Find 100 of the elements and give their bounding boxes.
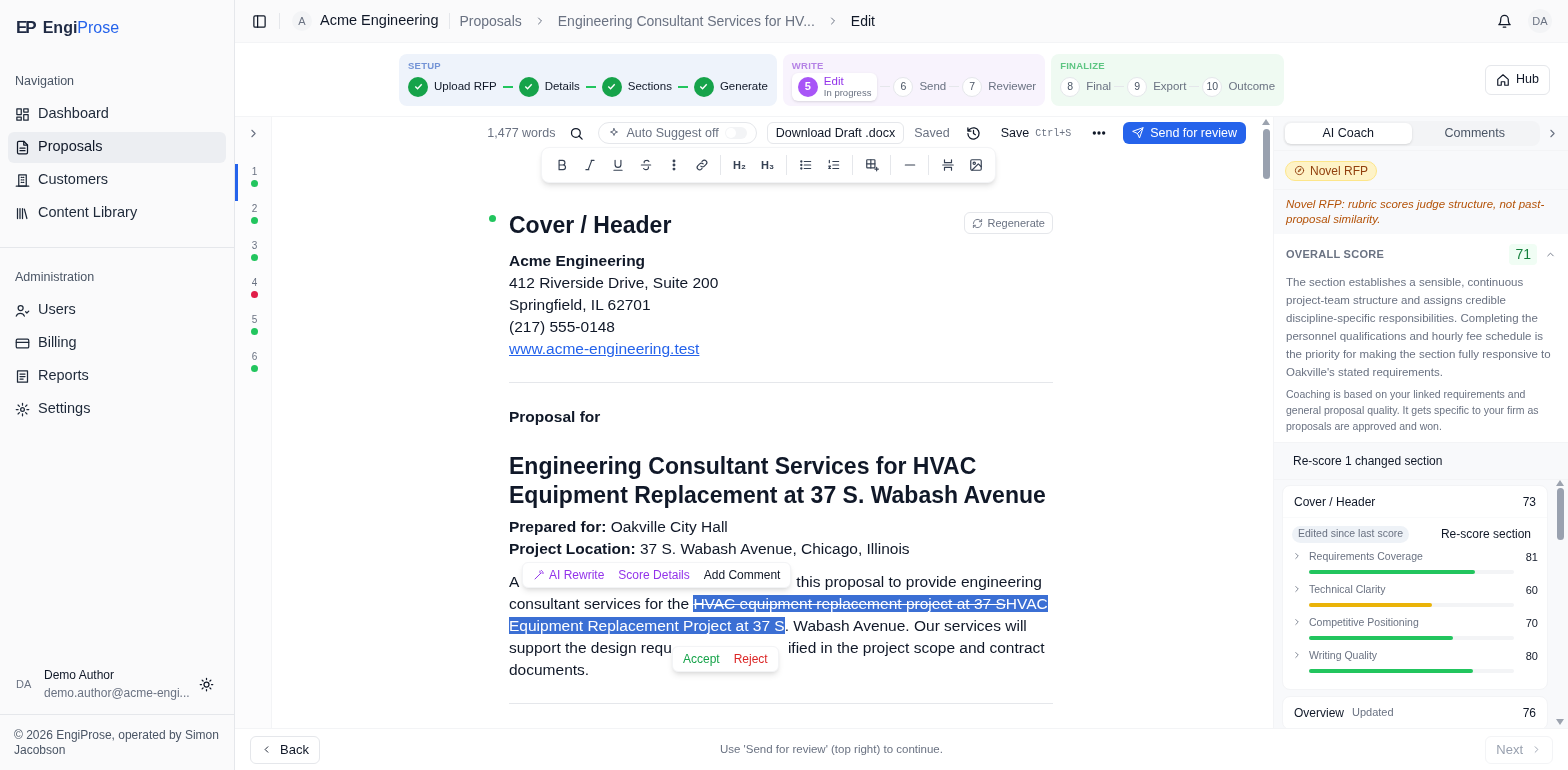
criterion-score: 60 — [1525, 583, 1538, 598]
sparkle-icon — [608, 127, 621, 139]
website-link[interactable]: www.acme-engineering.test — [509, 340, 700, 357]
card-title: Overview — [1294, 704, 1344, 722]
sidebar-item[interactable]: Customers — [8, 164, 226, 196]
chevron-right-icon — [1292, 617, 1302, 627]
org-avatar: A — [292, 11, 312, 31]
back-button[interactable]: Back — [250, 735, 320, 764]
toolbar-action[interactable]: Score Details — [618, 566, 690, 585]
image-icon — [968, 158, 983, 172]
card-title: Cover / Header — [1294, 493, 1376, 511]
document-icon — [15, 139, 30, 155]
novel-rfp-badge: Novel RFP — [1285, 160, 1377, 181]
card-score: 76 — [1522, 704, 1536, 722]
bullet-list-icon — [798, 158, 813, 172]
check-icon — [518, 76, 539, 97]
chevron-right-icon — [1292, 551, 1302, 561]
section-marker[interactable]: 6 — [235, 349, 271, 386]
chevron-right-icon — [1292, 584, 1302, 594]
send-for-review-button[interactable]: Send for review — [1123, 122, 1246, 144]
save-status: Saved — [914, 124, 950, 142]
breadcrumb-link[interactable]: Edit — [850, 10, 875, 32]
heading-button[interactable]: H₃ — [758, 156, 777, 174]
step[interactable]: 7 Reviewer — [962, 76, 1037, 97]
user-avatar[interactable]: DA — [1528, 9, 1552, 33]
breadcrumb-link[interactable]: Engineering Consultant Services for HV... — [557, 10, 815, 32]
toolbar-action[interactable]: AI Rewrite — [533, 566, 605, 585]
sidebar-item[interactable]: Proposals — [8, 131, 226, 163]
building-icon — [15, 172, 30, 188]
step[interactable]: Generate — [693, 76, 768, 97]
chevron-right-icon — [1292, 650, 1302, 660]
download-button[interactable]: Download Draft .docx — [766, 122, 905, 144]
rescore-changed-button[interactable]: Re-score 1 changed section — [1282, 446, 1454, 476]
heading-button[interactable]: H₂ — [730, 156, 749, 174]
toolbar-action[interactable]: Reject — [733, 650, 768, 669]
send-icon — [1132, 127, 1145, 139]
sidebar-item[interactable]: Users — [8, 294, 226, 326]
report-icon — [15, 368, 30, 384]
sidebar-item[interactable]: Content Library — [8, 197, 226, 229]
overall-score: 71 — [1509, 244, 1537, 265]
sidebar-item[interactable]: Dashboard — [8, 98, 226, 130]
step[interactable]: Details — [518, 76, 580, 97]
step-group-title: WRITE — [791, 59, 825, 71]
step[interactable]: 5 Edit In progress — [791, 72, 878, 101]
link-icon — [694, 158, 709, 172]
search-icon — [569, 125, 585, 141]
proposal-title: Engineering Consultant Services for HVAC Equipment Replacement at 37 S. Wabash Avenue — [509, 452, 1047, 511]
step[interactable]: 6 Send — [893, 76, 947, 97]
sidebar-item[interactable]: Settings — [8, 393, 226, 425]
score-summary: The section establishes a sensible, continuous project-team structure and assigns credible discipline-specific responsibilities. Completing the personnel qualifications and hourly fee schedule is the priority for making the section fully responsive to Oakville's stated requirements. — [1286, 275, 1552, 380]
grid-icon — [15, 106, 30, 122]
criterion-label: Competitive Positioning — [1309, 615, 1419, 630]
sidebar-item[interactable]: Billing — [8, 327, 226, 359]
toolbar-action[interactable]: Add Comment — [703, 566, 781, 585]
logo-mark: EP — [16, 17, 35, 40]
address-line: (217) 555-0148 — [509, 317, 616, 337]
criterion-score: 81 — [1525, 550, 1538, 565]
scrollbar-thumb[interactable] — [1556, 488, 1564, 540]
breadcrumb-link[interactable]: Proposals — [459, 10, 522, 32]
step-group-title: SETUP — [408, 59, 442, 71]
panel-tab[interactable]: AI Coach — [1285, 123, 1412, 144]
company-name: Acme Engineering — [509, 251, 647, 271]
scroll-up-arrow-icon[interactable] — [1262, 119, 1270, 125]
step[interactable]: Sections — [601, 76, 672, 97]
library-icon — [15, 205, 30, 221]
rescore-section-button[interactable]: Re-score section — [1440, 525, 1531, 543]
section-marker[interactable]: 4 — [235, 275, 271, 312]
criterion-label: Technical Clarity — [1309, 582, 1386, 597]
regenerate-button[interactable]: Regenerate — [963, 212, 1053, 234]
step[interactable]: Upload RFP — [408, 76, 497, 97]
brand-name: EngiProse — [42, 18, 120, 38]
step-group-title: FINALIZE — [1060, 59, 1106, 71]
panel-tab[interactable]: Comments — [1411, 123, 1538, 144]
hub-button[interactable]: Hub — [1485, 64, 1550, 95]
section-marker[interactable]: 2 — [235, 201, 271, 238]
proposal-label: Proposal for — [509, 407, 602, 427]
step[interactable]: 8 Final — [1060, 76, 1112, 97]
italic-icon — [582, 158, 597, 172]
credit-card-icon — [15, 335, 30, 351]
sidebar-item[interactable]: Reports — [8, 360, 226, 392]
step[interactable]: 10 Outcome — [1202, 76, 1276, 97]
history-icon — [965, 125, 981, 141]
detail-line: Project Location: 37 S. Wabash Avenue, Chicago, Illinois — [509, 539, 911, 560]
detail-line: Prepared for: Oakville City Hall — [509, 517, 729, 538]
word-count: 1,477 words — [487, 124, 556, 142]
table-icon — [864, 158, 879, 172]
footer-hint: Use 'Send for review' (top right) to continue. — [719, 741, 943, 757]
users-icon — [15, 302, 30, 318]
refresh-icon — [971, 217, 983, 229]
section-marker[interactable]: 3 — [235, 238, 271, 275]
org-name: Acme Engineering — [320, 11, 439, 31]
criterion-label: Writing Quality — [1309, 648, 1378, 663]
address-line: Springfield, IL 62701 — [509, 295, 652, 315]
bell-icon — [1497, 13, 1512, 29]
section-heading: Cover / Header — [509, 211, 672, 240]
scrollbar-thumb[interactable] — [1262, 129, 1270, 179]
section-marker[interactable]: 5 — [235, 312, 271, 349]
step[interactable]: 9 Export — [1127, 76, 1187, 97]
criterion-score: 70 — [1525, 616, 1538, 631]
save-button[interactable]: Save Ctrl+S — [996, 123, 1076, 143]
